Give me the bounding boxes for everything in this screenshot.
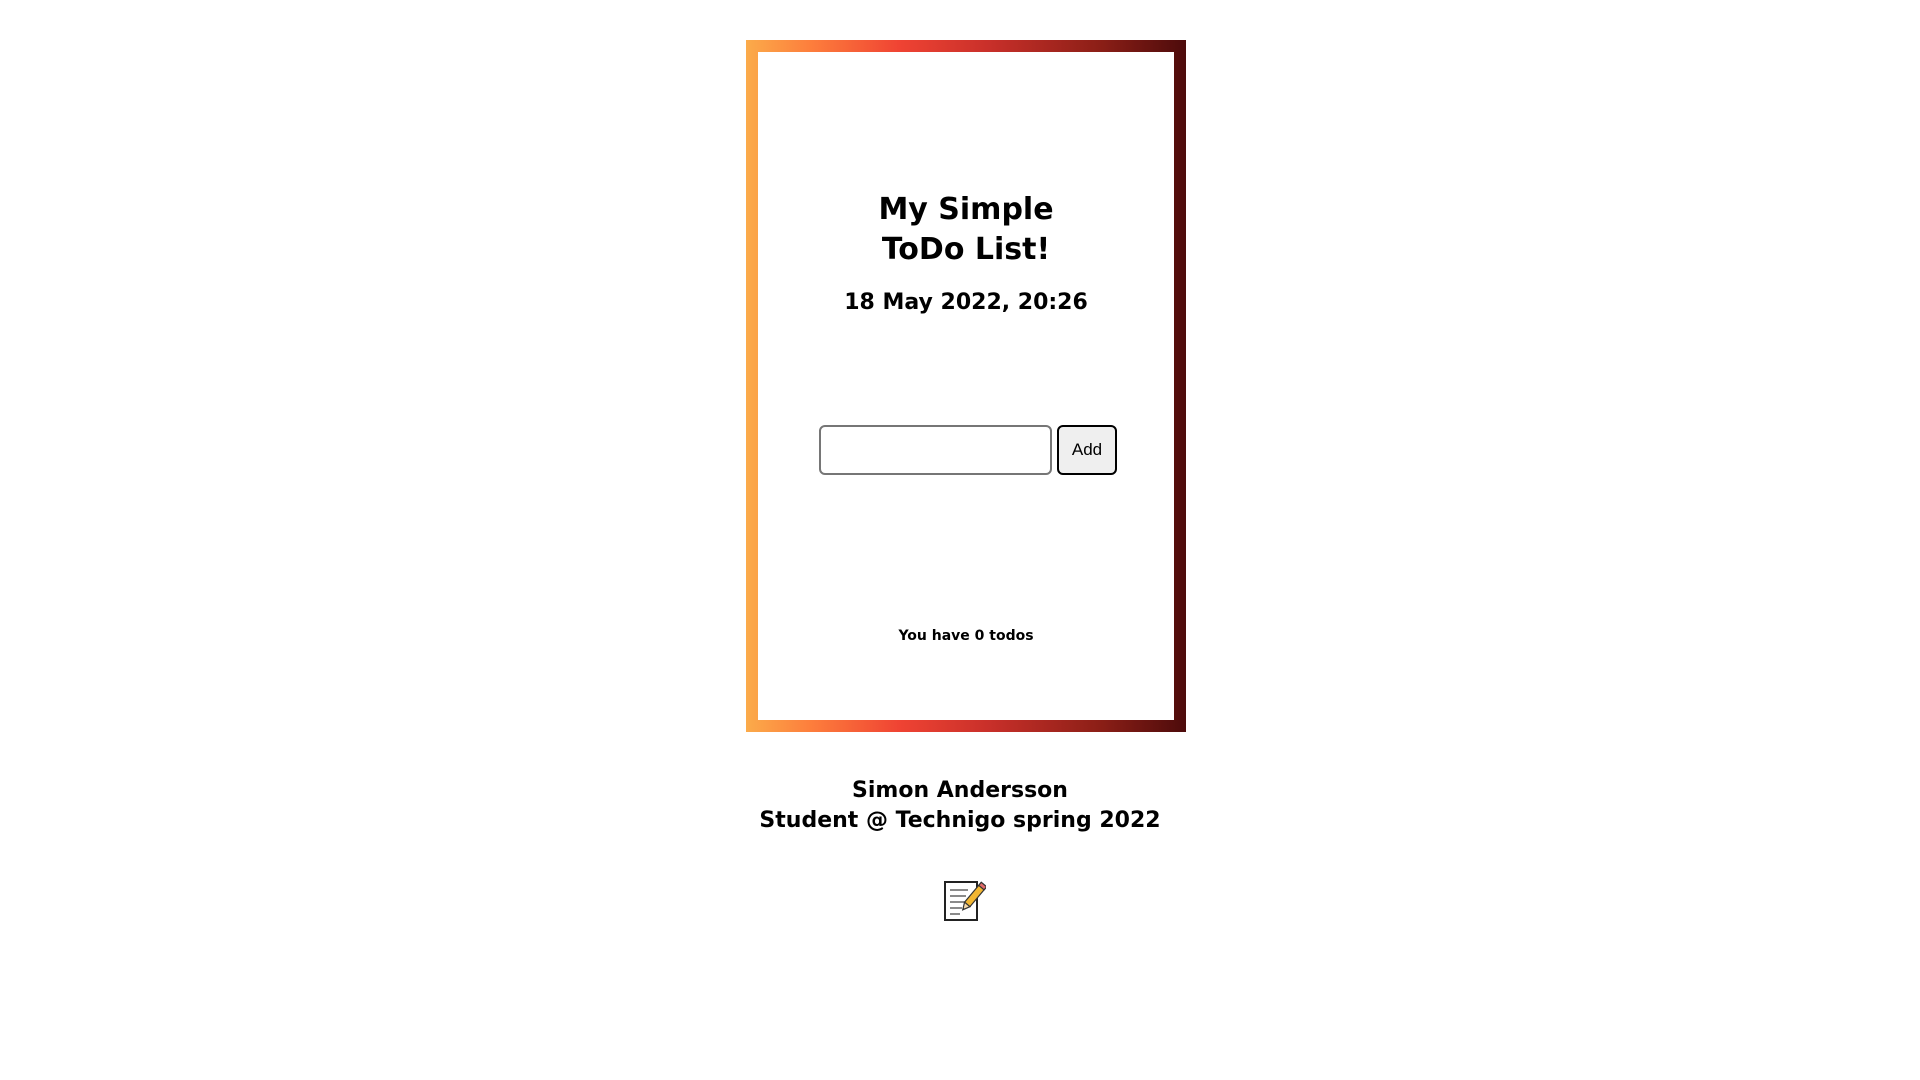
current-datetime: 18 May 2022, 20:26 — [844, 290, 1088, 315]
todo-input[interactable] — [819, 425, 1052, 475]
todo-count: You have 0 todos — [898, 628, 1034, 644]
notepad-icon — [944, 881, 986, 921]
page: My Simple ToDo List! 18 May 2022, 20:26 … — [0, 0, 1920, 1080]
footer-subtitle: Student @ Technigo spring 2022 — [759, 808, 1161, 833]
footer-author: Simon Andersson — [852, 778, 1068, 803]
add-button[interactable]: Add — [1057, 425, 1117, 475]
add-todo-form: Add — [819, 425, 1117, 475]
footer: Simon Andersson Student @ Technigo sprin… — [0, 776, 1920, 836]
page-title: My Simple ToDo List! — [878, 192, 1054, 267]
todo-card: My Simple ToDo List! 18 May 2022, 20:26 … — [758, 52, 1174, 720]
todo-card-frame: My Simple ToDo List! 18 May 2022, 20:26 … — [746, 40, 1186, 732]
